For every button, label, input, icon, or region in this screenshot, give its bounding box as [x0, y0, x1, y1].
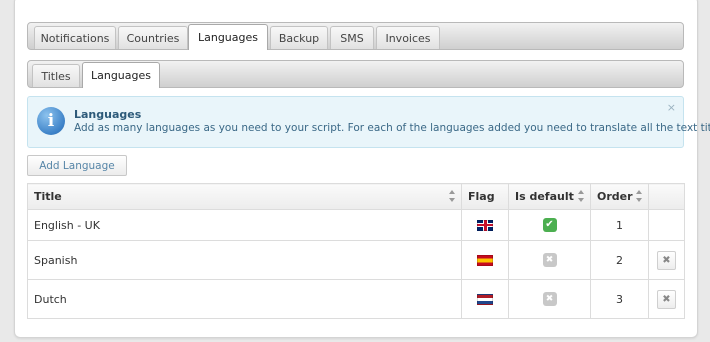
sort-icon[interactable] [636, 190, 642, 202]
sub-tab-bar: Titles Languages [27, 60, 684, 88]
cell-actions: ✖ [648, 279, 685, 319]
info-box: i Languages Add as many languages as you… [27, 96, 710, 148]
column-label-is-default: Is default [515, 190, 574, 203]
table-row: Spanish ✖ 2 ✖ [27, 240, 685, 280]
column-header-order[interactable]: Order [590, 183, 649, 210]
tab-invoices[interactable]: Invoices [376, 26, 440, 49]
cell-order: 3 [590, 279, 649, 319]
netherlands-flag-icon [477, 294, 493, 305]
uk-flag-icon [477, 220, 493, 231]
info-title: Languages [74, 108, 142, 121]
subtab-languages[interactable]: Languages [82, 62, 160, 88]
cell-flag [461, 240, 509, 280]
column-label-title: Title [34, 190, 62, 203]
cell-is-default: ✖ [508, 240, 591, 280]
languages-table: Title Flag Is default Order English - UK… [27, 183, 685, 319]
cross-icon: ✖ [542, 253, 557, 267]
cell-order: 2 [590, 240, 649, 280]
cell-flag [461, 279, 509, 319]
column-header-is-default[interactable]: Is default [508, 183, 591, 210]
cross-icon: ✖ [542, 292, 557, 306]
info-icon: i [37, 107, 65, 135]
table-header-row: Title Flag Is default Order [27, 183, 685, 210]
cell-title: Spanish [27, 240, 462, 280]
column-label-actions [649, 190, 655, 203]
cell-is-default: ✔ [508, 209, 591, 241]
sort-icon[interactable] [449, 190, 455, 202]
tab-languages[interactable]: Languages [188, 24, 268, 50]
delete-button[interactable]: ✖ [657, 289, 676, 309]
close-icon[interactable]: × [667, 101, 676, 114]
table-row: Dutch ✖ 3 ✖ [27, 279, 685, 319]
column-label-order: Order [597, 190, 633, 203]
main-tab-bar: Notifications Countries Languages Backup… [27, 22, 684, 50]
cell-order: 1 [590, 209, 649, 241]
column-header-title[interactable]: Title [27, 183, 462, 210]
tab-notifications[interactable]: Notifications [34, 26, 116, 49]
subtab-titles[interactable]: Titles [32, 64, 80, 87]
info-text: Add as many languages as you need to you… [74, 122, 710, 134]
cell-title: English - UK [27, 209, 462, 241]
cell-is-default: ✖ [508, 279, 591, 319]
check-icon: ✔ [542, 218, 557, 232]
cell-actions: ✖ [648, 240, 685, 280]
tab-sms[interactable]: SMS [330, 26, 374, 49]
tab-backup[interactable]: Backup [270, 26, 328, 49]
cell-flag [461, 209, 509, 241]
column-label-flag: Flag [468, 190, 495, 203]
spain-flag-icon [477, 255, 493, 266]
add-language-button[interactable]: Add Language [27, 155, 127, 176]
delete-button[interactable]: ✖ [657, 250, 676, 270]
column-header-actions [648, 183, 685, 210]
column-header-flag: Flag [461, 183, 509, 210]
cell-title: Dutch [27, 279, 462, 319]
table-row: English - UK ✔ 1 [27, 209, 685, 241]
sort-icon[interactable] [578, 190, 584, 202]
cell-actions [648, 209, 685, 241]
tab-countries[interactable]: Countries [118, 26, 188, 49]
